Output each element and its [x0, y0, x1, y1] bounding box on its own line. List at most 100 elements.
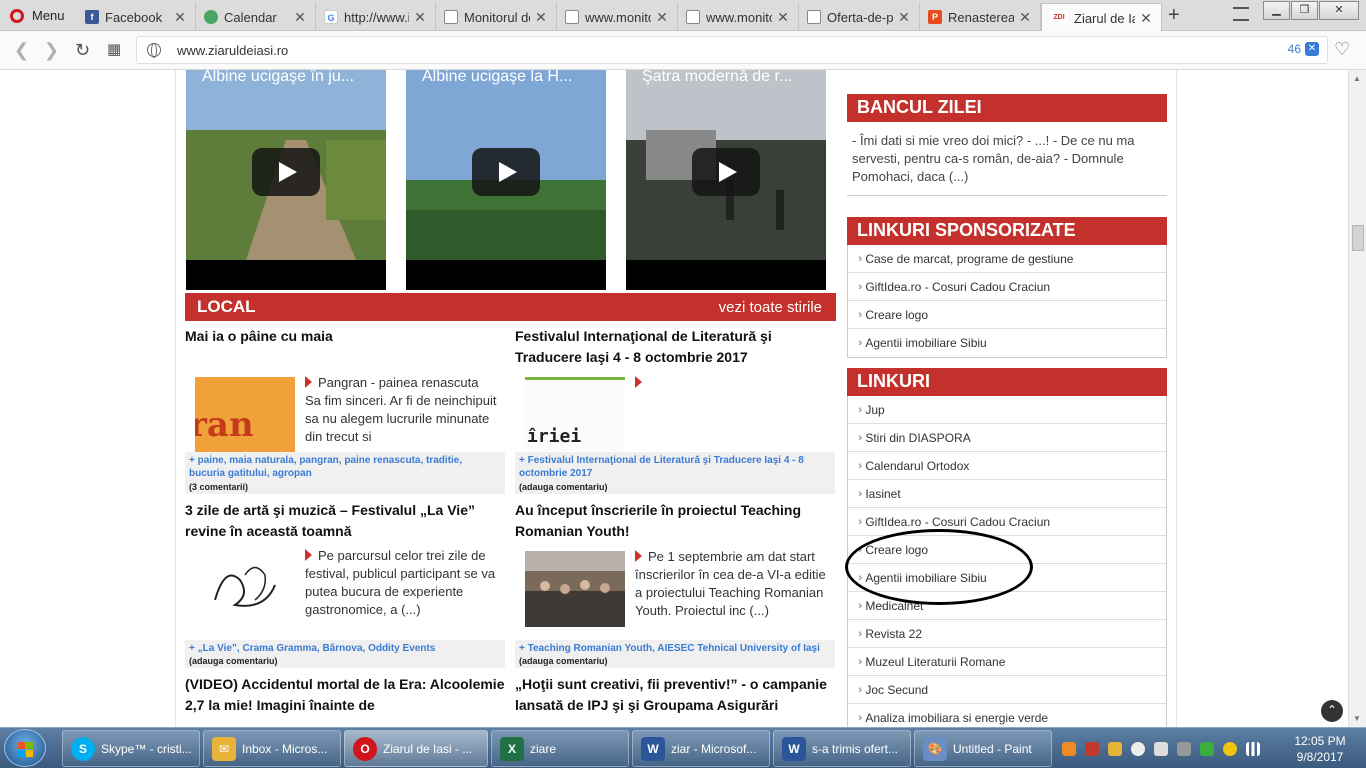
close-icon[interactable]: ✕: [1139, 10, 1153, 27]
new-tab-button[interactable]: +: [1168, 4, 1180, 27]
article-comments[interactable]: (adauga comentariu): [185, 655, 505, 668]
system-tray: [1062, 728, 1260, 768]
close-icon[interactable]: ✕: [655, 9, 669, 26]
scroll-up-arrow-icon[interactable]: ▲: [1353, 74, 1361, 83]
sponsored-link[interactable]: ›› Creare logo: [848, 301, 1166, 329]
network-app-icon[interactable]: [1085, 741, 1099, 756]
article-comments[interactable]: (adauga comentariu): [515, 655, 835, 668]
close-icon[interactable]: ✕: [413, 9, 427, 26]
article-image[interactable]: [195, 550, 295, 626]
tab-monitorul[interactable]: Monitorul de ✕: [436, 3, 557, 31]
close-window-button[interactable]: ✕: [1319, 1, 1359, 20]
sponsored-link[interactable]: ›› Case de marcat, programe de gestiune: [848, 245, 1166, 273]
close-icon[interactable]: ✕: [173, 9, 187, 26]
ad-blocker-badge[interactable]: 46 ✕: [1288, 42, 1319, 56]
minimize-button[interactable]: ▁: [1263, 1, 1290, 20]
vertical-scrollbar[interactable]: ▲ ▼: [1348, 70, 1366, 727]
taskbar-outlook[interactable]: ✉ Inbox - Micros...: [203, 730, 341, 767]
article-title[interactable]: Festivalul Internaţional de Literatură ş…: [515, 326, 835, 368]
tab-facebook[interactable]: f Facebook ✕: [77, 3, 196, 31]
article-tags[interactable]: + Festivalul Internaţional de Literatură…: [515, 452, 835, 482]
article-comments[interactable]: (3 comentarii): [185, 481, 505, 494]
video-thumbnail-1[interactable]: Albine ucigaşe în ju...: [186, 70, 386, 290]
page-content: Albine ucigaşe în ju... Albine ucigaşe l…: [175, 70, 1177, 727]
security-icon[interactable]: [1200, 741, 1214, 756]
scrollbar-thumb[interactable]: [1352, 225, 1364, 251]
scroll-to-top-button[interactable]: ⌃: [1321, 700, 1343, 722]
link-item[interactable]: ›› Calendarul Ortodox: [848, 452, 1166, 480]
close-icon[interactable]: ✕: [534, 9, 548, 26]
mail-tray-icon[interactable]: [1108, 741, 1122, 756]
heart-icon[interactable]: ♡: [1334, 40, 1350, 58]
link-item[interactable]: ›› GiftIdea.ro - Cosuri Cadou Craciun: [848, 508, 1166, 536]
display-icon[interactable]: [1154, 741, 1168, 756]
article-title[interactable]: 3 zile de artă şi muzică – Festivalul „L…: [185, 500, 505, 542]
taskbar-clock[interactable]: 12:05 PM 9/8/2017: [1284, 733, 1356, 765]
article-excerpt: Pangran - painea renascuta Sa fim sincer…: [305, 375, 497, 444]
tab-monitorul-3[interactable]: www.monito ✕: [678, 3, 799, 31]
close-icon[interactable]: ✕: [897, 9, 911, 26]
usb-icon[interactable]: [1177, 741, 1191, 756]
see-all-news-link[interactable]: vezi toate stirile: [719, 299, 822, 316]
tab-label: Renasterea b: [948, 9, 1014, 25]
volume-icon[interactable]: [1131, 741, 1145, 756]
article-tags[interactable]: + paine, maia naturala, pangran, paine r…: [185, 452, 505, 482]
article-comments[interactable]: (adauga comentariu): [515, 481, 835, 494]
forward-arrow-icon[interactable]: ❯: [44, 41, 59, 59]
article-image[interactable]: îriei: [525, 377, 625, 453]
signal-icon[interactable]: [1246, 741, 1260, 756]
double-chevron-icon: ››: [858, 599, 863, 612]
close-icon[interactable]: ✕: [776, 9, 790, 26]
link-item[interactable]: ›› Muzeul Literaturii Romane: [848, 648, 1166, 676]
opera-menu-button[interactable]: Menu: [0, 0, 72, 31]
link-item[interactable]: ›› Iasinet: [848, 480, 1166, 508]
tab-renasterea[interactable]: P Renasterea b ✕: [920, 3, 1041, 31]
reload-icon[interactable]: ↻: [75, 41, 90, 59]
tab-menu-icon[interactable]: [1233, 7, 1249, 21]
avast-icon[interactable]: [1062, 741, 1076, 756]
speed-dial-icon[interactable]: ▦: [107, 41, 121, 59]
article-title[interactable]: „Hoţii sunt creativi, fii preventiv!” - …: [515, 674, 835, 716]
maximize-button[interactable]: ❐: [1291, 1, 1318, 20]
tab-calendar[interactable]: Calendar ✕: [196, 3, 316, 31]
tab-label: www.monito: [585, 9, 651, 25]
video-thumbnail-3[interactable]: Şatra modernă de r...: [626, 70, 826, 290]
article-image[interactable]: ran: [195, 377, 295, 453]
taskbar-word-1[interactable]: W ziar - Microsof...: [632, 730, 770, 767]
tab-ziarul-de-iasi[interactable]: ZDI Ziarul de Ias ✕: [1041, 3, 1162, 32]
play-icon[interactable]: [472, 148, 540, 196]
taskbar-skype[interactable]: S Skype™ - cristi...: [62, 730, 200, 767]
tab-monitorul-2[interactable]: www.monito ✕: [557, 3, 678, 31]
link-item[interactable]: ›› Jup: [848, 396, 1166, 424]
link-item[interactable]: ›› Stiri din DIASPORA: [848, 424, 1166, 452]
video-title: Albine ucigaşe în ju...: [202, 70, 355, 85]
close-icon[interactable]: ✕: [1018, 9, 1032, 26]
joke-text[interactable]: - Îmi dati si mie vreo doi mici? - ...! …: [852, 132, 1162, 186]
tab-oferta[interactable]: Oferta-de-p ✕: [799, 3, 920, 31]
smiley-icon[interactable]: [1223, 741, 1237, 756]
taskbar-word-2[interactable]: W s-a trimis ofert...: [773, 730, 911, 767]
close-icon[interactable]: ✕: [293, 9, 307, 26]
article-title[interactable]: (VIDEO) Accidentul mortal de la Era: Alc…: [185, 674, 505, 716]
article-title[interactable]: Mai ia o pâine cu maia: [185, 326, 505, 347]
tab-google[interactable]: G http://www.i ✕: [316, 3, 436, 31]
sponsored-link[interactable]: ›› Agentii imobiliare Sibiu: [848, 329, 1166, 357]
scroll-down-arrow-icon[interactable]: ▼: [1353, 714, 1361, 723]
link-item[interactable]: ›› Analiza imobiliara si energie verde: [848, 704, 1166, 727]
article-excerpt: Pe parcursul celor trei zile de festival…: [305, 548, 496, 617]
link-item[interactable]: ›› Revista 22: [848, 620, 1166, 648]
taskbar-opera[interactable]: O Ziarul de Iasi - ...: [344, 730, 488, 767]
start-button[interactable]: [4, 729, 46, 767]
link-item[interactable]: ›› Joc Secund: [848, 676, 1166, 704]
url-field[interactable]: www.ziaruldeiasi.ro 46 ✕: [136, 36, 1328, 64]
taskbar-paint[interactable]: 🎨 Untitled - Paint: [914, 730, 1052, 767]
sponsored-link[interactable]: ›› GiftIdea.ro - Cosuri Cadou Craciun: [848, 273, 1166, 301]
play-icon[interactable]: [252, 148, 320, 196]
back-arrow-icon[interactable]: ❮: [14, 41, 29, 59]
article-title[interactable]: Au început înscrierile în proiectul Teac…: [515, 500, 835, 542]
play-icon[interactable]: [692, 148, 760, 196]
article-image[interactable]: [525, 551, 625, 627]
taskbar-excel[interactable]: X ziare: [491, 730, 629, 767]
video-thumbnail-2[interactable]: Albine ucigaşe la H...: [406, 70, 606, 290]
url-text[interactable]: www.ziaruldeiasi.ro: [177, 43, 288, 58]
